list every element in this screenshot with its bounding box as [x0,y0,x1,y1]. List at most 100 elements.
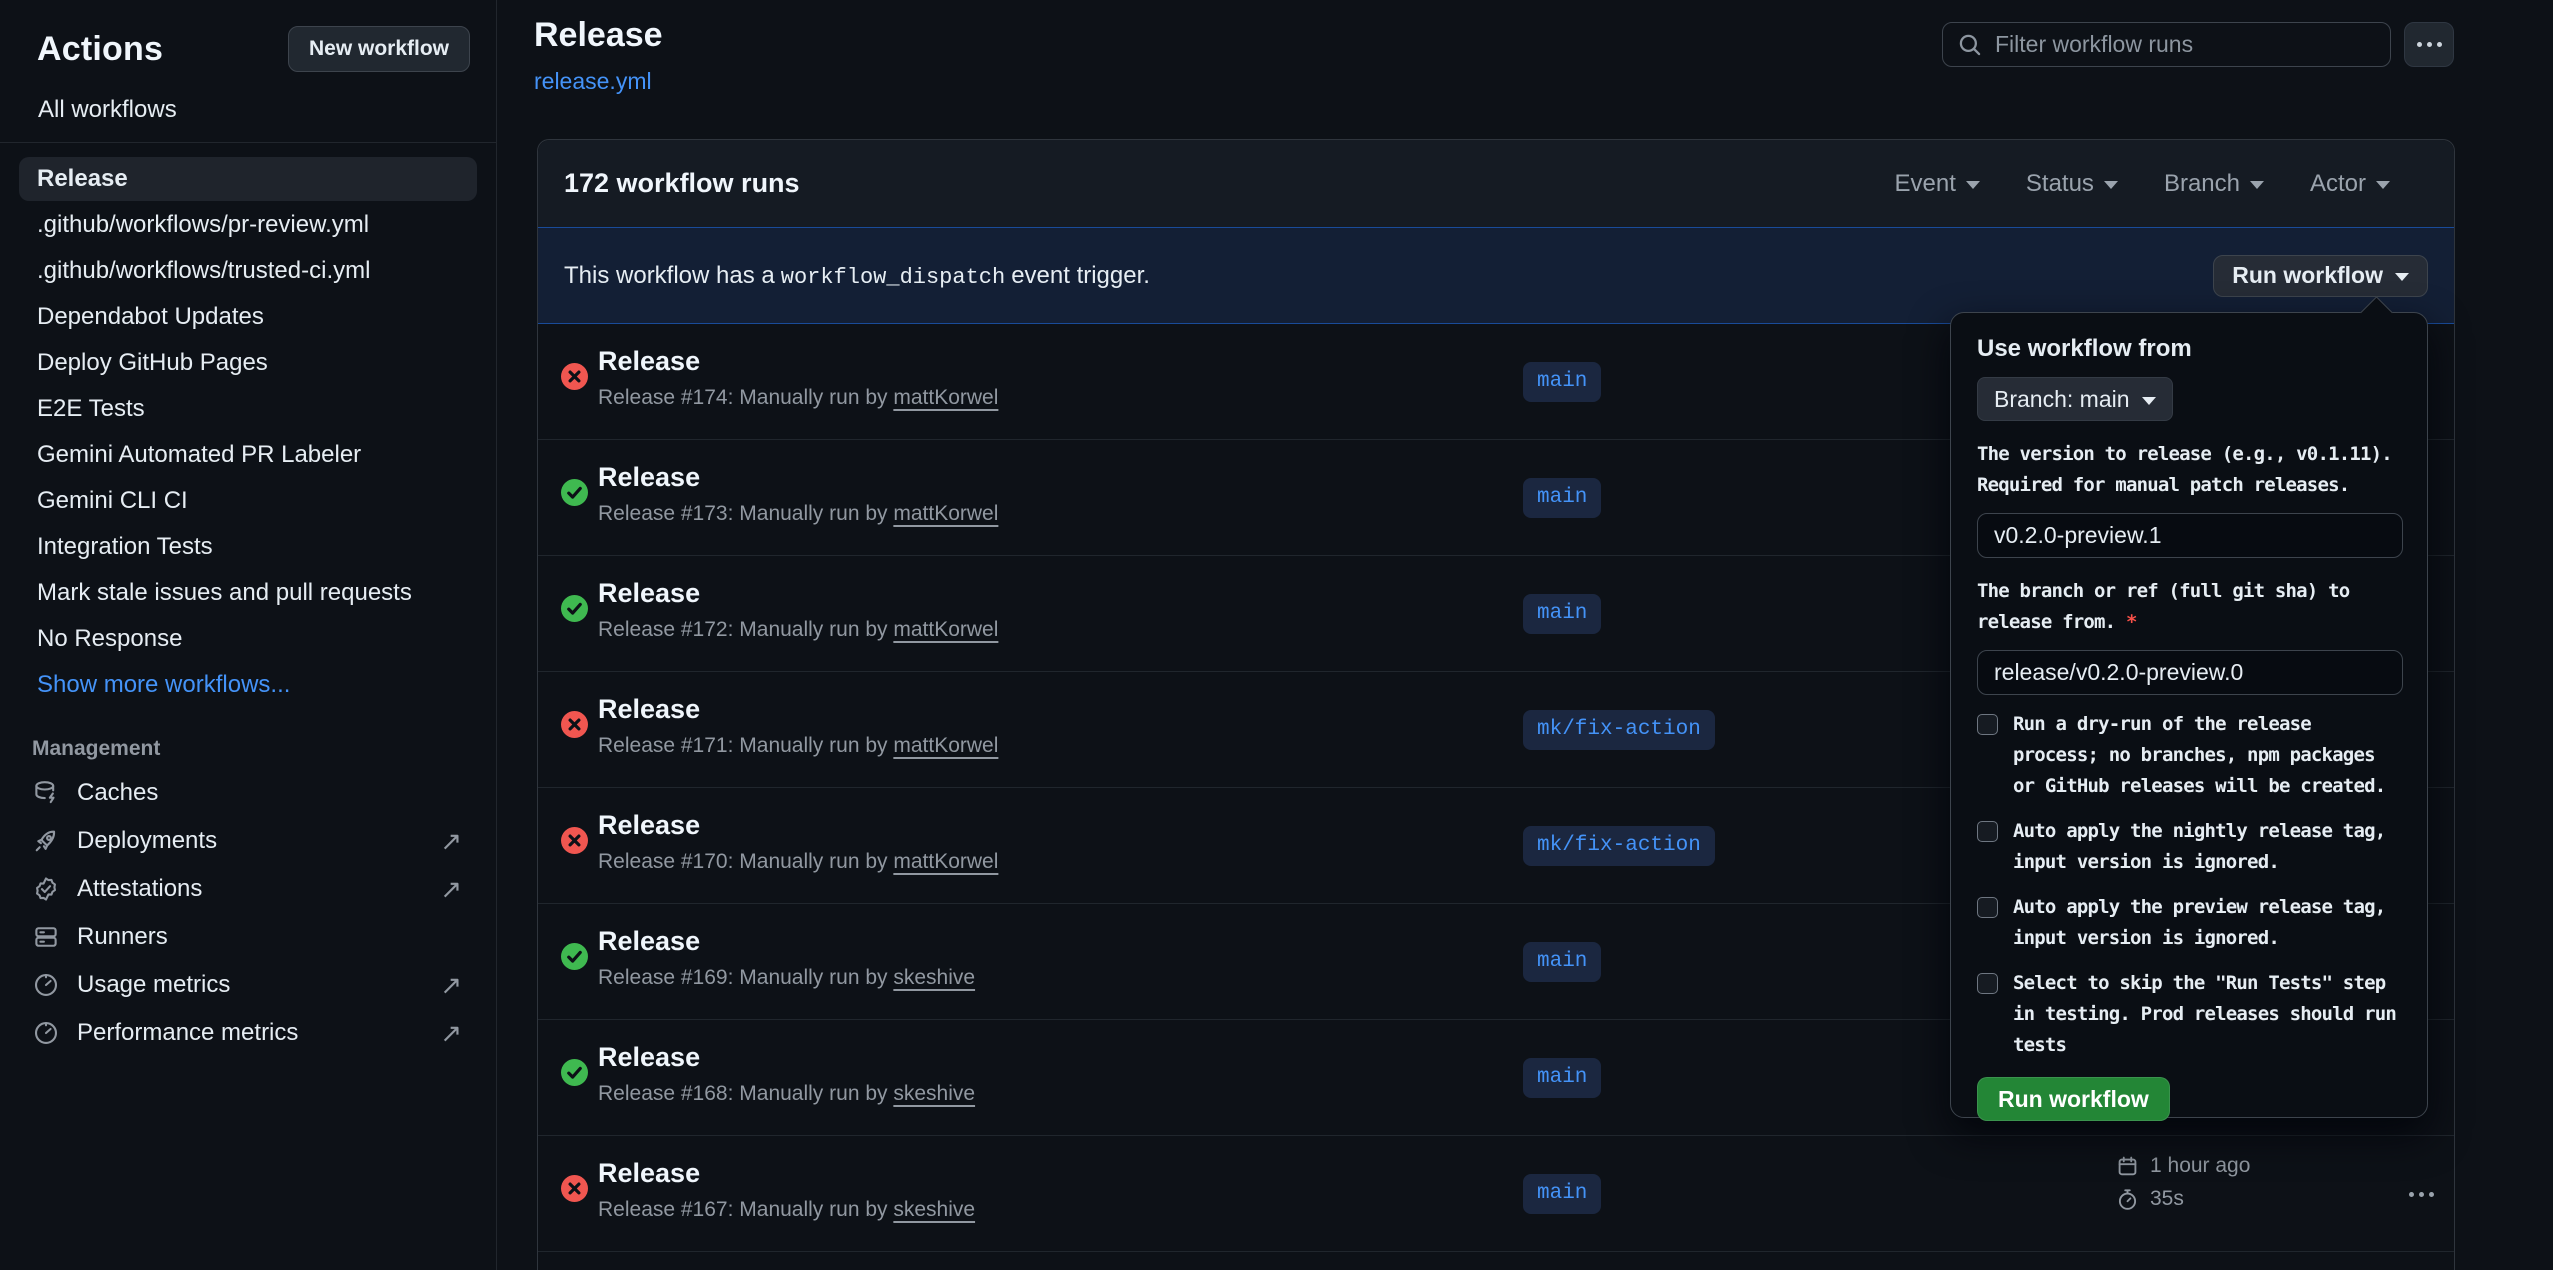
actor-filter-dropdown[interactable]: Actor [2310,170,2390,198]
run-status-icon [561,943,588,970]
gauge-icon [32,1019,60,1047]
management-item-label: Caches [77,779,158,807]
workflow-run-row[interactable]: Release Release #167: Manually run by sk… [538,1136,2454,1252]
workflow-run-row-partial [538,1252,2454,1270]
server-icon [32,923,60,951]
run-title-link[interactable]: Release [598,346,700,377]
workflow-nav: Release .github/workflows/pr-review.yml … [0,151,496,707]
branch-label[interactable]: main [1523,362,1601,402]
branch-label[interactable]: mk/fix-action [1523,826,1715,866]
run-title-link[interactable]: Release [598,1158,700,1189]
stopwatch-icon [2116,1188,2139,1211]
sidebar-item-release[interactable]: Release [19,157,477,201]
branch-label[interactable]: main [1523,1058,1601,1098]
preview-tag-checkbox-row: Auto apply the preview release tag, inpu… [1977,892,2403,954]
actor-link[interactable]: mattKorwel [893,734,998,757]
actor-link[interactable]: skeshive [893,1082,975,1105]
actor-link[interactable]: mattKorwel [893,386,998,409]
kebab-dot [2427,42,2432,47]
ref-input[interactable] [1977,650,2403,695]
run-status-icon [561,1175,588,1202]
run-title-link[interactable]: Release [598,578,700,609]
workflow-dispatch-banner: This workflow has aworkflow_dispatcheven… [538,227,2454,324]
sidebar-item-pr-review[interactable]: .github/workflows/pr-review.yml [19,203,477,247]
dry-run-checkbox-row: Run a dry-run of the release process; no… [1977,709,2403,802]
management-item-label: Attestations [77,875,202,903]
sidebar-item-gemini-pr-labeler[interactable]: Gemini Automated PR Labeler [19,433,477,477]
verified-badge-icon [32,875,60,903]
sidebar-item-deploy-github-pages[interactable]: Deploy GitHub Pages [19,341,477,385]
sidebar-item-integration-tests[interactable]: Integration Tests [19,525,477,569]
filter-workflow-runs-input[interactable] [1995,31,2376,58]
new-workflow-button[interactable]: New workflow [288,26,470,72]
branch-filter-dropdown[interactable]: Branch [2164,170,2264,198]
version-input[interactable] [1977,513,2403,558]
run-description: Release #174: Manually run by mattKorwel [598,386,998,410]
sidebar-item-e2e-tests[interactable]: E2E Tests [19,387,477,431]
required-asterisk: * [2126,611,2137,633]
branch-label[interactable]: main [1523,1174,1601,1214]
branch-label[interactable]: main [1523,478,1601,518]
sidebar-item-trusted-ci[interactable]: .github/workflows/trusted-ci.yml [19,249,477,293]
run-status-icon [561,711,588,738]
checkbox-label: Run a dry-run of the release process; no… [2013,709,2403,802]
run-title-link[interactable]: Release [598,926,700,957]
sidebar-item-all-workflows[interactable]: All workflows [26,88,470,132]
chevron-down-icon [2376,181,2390,189]
run-title-link[interactable]: Release [598,810,700,841]
actor-link[interactable]: mattKorwel [893,502,998,525]
chevron-down-icon [2250,181,2264,189]
sidebar-item-runners[interactable]: Runners [0,913,496,961]
workflow-options-kebab-button[interactable] [2404,22,2454,67]
sidebar-item-mark-stale[interactable]: Mark stale issues and pull requests [19,571,477,615]
sidebar-item-dependabot-updates[interactable]: Dependabot Updates [19,295,477,339]
chevron-down-icon [1966,181,1980,189]
branch-label[interactable]: main [1523,942,1601,982]
cache-database-icon [32,779,60,807]
chevron-down-icon [2104,181,2118,189]
branch-label[interactable]: main [1523,594,1601,634]
branch-label[interactable]: mk/fix-action [1523,710,1715,750]
sidebar-header: Actions New workflow [0,0,496,72]
sidebar-item-attestations[interactable]: Attestations ↗ [0,865,496,913]
run-title-link[interactable]: Release [598,694,700,725]
sidebar-divider [0,142,496,143]
sidebar-item-caches[interactable]: Caches [0,769,496,817]
run-title-link[interactable]: Release [598,1042,700,1073]
sidebar-item-performance-metrics[interactable]: Performance metrics ↗ [0,1009,496,1057]
run-workflow-submit-button[interactable]: Run workflow [1977,1077,2170,1121]
skip-tests-checkbox-row: Select to skip the "Run Tests" step in t… [1977,968,2403,1061]
chevron-down-icon [2395,273,2409,281]
nightly-tag-checkbox[interactable] [1977,821,1998,842]
sidebar-item-gemini-cli-ci[interactable]: Gemini CLI CI [19,479,477,523]
event-filter-dropdown[interactable]: Event [1895,170,1980,198]
dry-run-checkbox[interactable] [1977,714,1998,735]
sidebar-item-deployments[interactable]: Deployments ↗ [0,817,496,865]
preview-tag-checkbox[interactable] [1977,897,1998,918]
management-section-label: Management [0,737,496,761]
actor-link[interactable]: mattKorwel [893,618,998,641]
run-description: Release #169: Manually run by skeshive [598,966,975,990]
run-description: Release #168: Manually run by skeshive [598,1082,975,1106]
run-title-link[interactable]: Release [598,462,700,493]
branch-select-button[interactable]: Branch: main [1977,377,2173,421]
sidebar-item-no-response[interactable]: No Response [19,617,477,661]
filter-workflow-runs-box[interactable] [1942,22,2391,67]
sidebar-item-usage-metrics[interactable]: Usage metrics ↗ [0,961,496,1009]
skip-tests-checkbox[interactable] [1977,973,1998,994]
status-filter-dropdown[interactable]: Status [2026,170,2118,198]
actor-link[interactable]: skeshive [893,1198,975,1221]
kebab-dot [2417,42,2422,47]
runs-filters: Event Status Branch Actor [1895,170,2390,198]
workflow-file-link[interactable]: release.yml [534,68,652,95]
workflow-page-title: Release [534,16,663,55]
run-options-kebab-button[interactable] [2393,1176,2449,1212]
kebab-dot [2429,1192,2434,1197]
actor-link[interactable]: skeshive [893,966,975,989]
show-more-workflows-link[interactable]: Show more workflows... [19,663,477,707]
management-item-label: Runners [77,923,168,951]
workflow-dispatch-code: workflow_dispatch [775,265,1011,290]
actor-link[interactable]: mattKorwel [893,850,998,873]
run-status-icon [561,827,588,854]
run-workflow-dropdown-button[interactable]: Run workflow [2213,255,2428,297]
